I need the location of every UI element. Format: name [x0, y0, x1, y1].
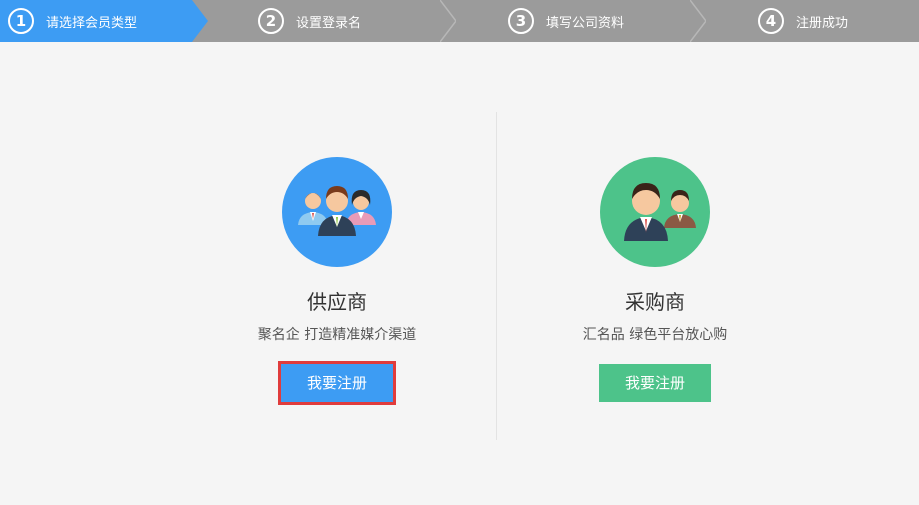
- step-label: 填写公司资料: [546, 15, 625, 31]
- supplier-group-icon: [298, 186, 376, 236]
- column-divider: [496, 112, 497, 440]
- step-label: 注册成功: [796, 15, 849, 31]
- step-1: 1 请选择会员类型: [0, 0, 192, 42]
- registration-steps: 1 请选择会员类型 2 设置登录名 3 填写公司资料 4 注册成功: [0, 0, 919, 42]
- buyer-description: 汇名品 绿色平台放心购: [582, 327, 728, 343]
- buyer-title: 采购商: [625, 290, 685, 314]
- chevron-right-icon: [690, 0, 706, 42]
- supplier-card: 供应商 聚名企 打造精准媒介渠道 我要注册: [207, 157, 467, 405]
- supplier-title: 供应商: [307, 290, 367, 314]
- step-2: 2 设置登录名: [258, 0, 361, 42]
- chevron-right-icon: [440, 0, 456, 42]
- supplier-avatar: [282, 157, 392, 267]
- step-label: 设置登录名: [296, 15, 362, 31]
- step-number: 4: [758, 8, 784, 34]
- step-3: 3 填写公司资料: [508, 0, 624, 42]
- buyer-register-button[interactable]: 我要注册: [599, 364, 711, 402]
- chevron-right-icon: [192, 0, 208, 42]
- step-4: 4 注册成功: [758, 0, 848, 42]
- buyer-card: 采购商 汇名品 绿色平台放心购 我要注册: [525, 157, 785, 402]
- supplier-register-button[interactable]: 我要注册: [278, 361, 396, 405]
- step-label: 请选择会员类型: [46, 15, 138, 31]
- buyer-avatar: [600, 157, 710, 267]
- buyer-group-icon: [624, 183, 696, 241]
- step-number: 1: [8, 8, 34, 34]
- step-number: 3: [508, 8, 534, 34]
- supplier-description: 聚名企 打造精准媒介渠道: [257, 327, 417, 343]
- step-number: 2: [258, 8, 284, 34]
